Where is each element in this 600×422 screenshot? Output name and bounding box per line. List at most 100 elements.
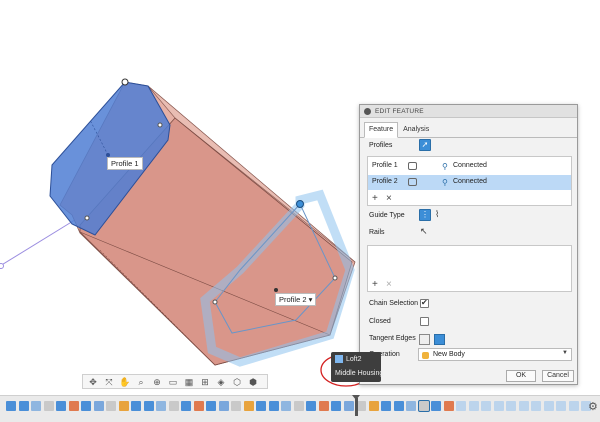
panel-tabs: Feature Analysis [360,118,577,138]
display-icon[interactable]: ▭ [167,377,179,387]
profile-status[interactable]: Connected [453,178,487,185]
timeline-feature-icon[interactable] [106,401,116,411]
timeline-feature-icon[interactable] [481,401,491,411]
timeline-feature-icon[interactable] [6,401,16,411]
tab-feature[interactable]: Feature [364,122,399,138]
timeline-feature-icon[interactable] [343,401,354,411]
timeline-feature-icon[interactable] [556,401,566,411]
timeline-feature-icon[interactable] [93,401,104,411]
timeline-feature-icon[interactable] [18,401,29,411]
ok-button[interactable]: OK [506,370,536,382]
cube-icon[interactable]: ◈ [215,377,227,387]
timeline: ⚙ [0,395,600,422]
operation-select[interactable]: New Body ▼ [418,348,572,361]
cube-alt-icon[interactable]: ⬢ [247,377,259,387]
timeline-feature-icon[interactable] [268,401,279,411]
profile2-center-point [274,288,278,292]
timeline-feature-icon[interactable] [318,401,329,411]
zoom-icon[interactable]: ⌕ [135,377,147,387]
tooltip-subtitle: Middle Housing [335,370,384,377]
profile-status[interactable]: Connected [453,162,487,169]
viewports-icon[interactable]: ⊞ [199,377,211,387]
timeline-feature-icon[interactable] [506,401,516,411]
timeline-feature-icon[interactable] [218,401,229,411]
tangent-edges-off-button[interactable] [419,334,430,345]
timeline-feature-icon[interactable] [468,401,479,411]
timeline-feature-icon[interactable] [406,401,416,411]
grid-icon[interactable]: ▦ [183,377,195,387]
timeline-feature-icon[interactable] [568,401,579,411]
timeline-feature-icon[interactable] [493,401,504,411]
timeline-feature-icon[interactable] [168,401,179,411]
timeline-feature-icon[interactable] [368,401,379,411]
list-item[interactable]: Profile 2 ⚲ Connected [368,175,571,190]
panel-menu-icon[interactable] [364,107,371,115]
profile2-label[interactable]: Profile 2 ▾ [275,293,317,306]
profiles-select-button[interactable]: ➚ [419,139,431,151]
timeline-feature-icon[interactable] [81,401,91,411]
profiles-label: Profiles [369,142,393,149]
timeline-feature-icon[interactable] [431,401,441,411]
orbit-icon[interactable]: ✥ [87,377,99,387]
timeline-feature-icon[interactable] [443,401,454,411]
timeline-feature-icon[interactable] [118,401,129,411]
timeline-feature-icon[interactable] [131,401,141,411]
connected-icon[interactable]: ⚲ [442,162,448,171]
timeline-feature-icon[interactable] [381,401,391,411]
guide-type-centerline-button[interactable]: ⌇ [435,209,439,220]
timeline-feature-icon[interactable] [518,401,529,411]
profile2-point[interactable] [332,275,338,281]
timeline-feature-icon[interactable] [231,401,241,411]
timeline-feature-icon[interactable] [256,401,266,411]
timeline-feature-icon[interactable] [56,401,66,411]
timeline-feature-icon[interactable] [531,401,541,411]
timeline-feature-icon[interactable] [417,400,430,412]
timeline-feature-icon[interactable] [206,401,216,411]
timeline-feature-icon[interactable] [43,401,54,411]
panel-header[interactable]: EDIT FEATURE [360,105,577,118]
chevron-down-icon[interactable]: ▾ [309,295,313,304]
timeline-feature-icon[interactable] [68,401,79,411]
rails-select-button[interactable]: ↖ [420,226,428,237]
timeline-feature-icon[interactable] [181,401,191,411]
guide-type-rails-button[interactable]: ⋮ [419,209,431,221]
profile2-vertex[interactable] [296,200,304,208]
edit-feature-panel: EDIT FEATURE Feature Analysis Profiles ➚… [359,104,578,385]
tab-analysis[interactable]: Analysis [398,122,434,137]
closed-checkbox[interactable] [420,317,429,326]
zoom-window-icon[interactable]: ⊕ [151,377,163,387]
rails-icon: ⋮ [421,210,429,219]
connected-icon[interactable]: ⚲ [442,178,448,187]
tangent-edges-merge-button[interactable] [434,334,445,345]
timeline-feature-icon[interactable] [306,401,316,411]
timeline-feature-icon[interactable] [293,401,304,411]
timeline-feature-icon[interactable] [31,401,41,411]
hand-icon[interactable]: ✋ [119,377,131,387]
cube-outline-icon[interactable]: ⬡ [231,377,243,387]
timeline-feature-icon[interactable] [331,401,341,411]
add-profile-button[interactable]: + [372,193,378,204]
timeline-feature-icon[interactable] [156,401,166,411]
timeline-tooltip: Loft2 Middle Housing [331,352,384,382]
timeline-feature-icon[interactable] [243,401,254,411]
timeline-feature-icon[interactable] [393,401,404,411]
add-rail-button[interactable]: + [372,279,378,290]
pan-icon[interactable]: ⤧ [103,377,115,387]
remove-profile-button[interactable]: × [386,193,392,204]
timeline-feature-icon[interactable] [143,401,154,411]
timeline-marker[interactable] [352,395,360,416]
cancel-button[interactable]: Cancel [542,370,574,382]
remove-rail-button[interactable]: × [386,279,392,290]
profile1-vertex[interactable] [121,78,129,86]
list-item[interactable]: Profile 1 ⚲ Connected [368,159,571,174]
timeline-feature-icon[interactable] [543,401,554,411]
timeline-feature-icon[interactable] [281,401,291,411]
profile1-label[interactable]: Profile 1 [107,157,143,170]
profile2-point[interactable] [212,299,218,305]
profile1-point[interactable] [157,122,163,128]
profile1-point[interactable] [84,215,90,221]
chain-selection-checkbox[interactable] [420,298,429,308]
timeline-feature-icon[interactable] [456,401,466,411]
timeline-feature-icon[interactable] [193,401,204,411]
timeline-settings-icon[interactable]: ⚙ [588,400,598,413]
